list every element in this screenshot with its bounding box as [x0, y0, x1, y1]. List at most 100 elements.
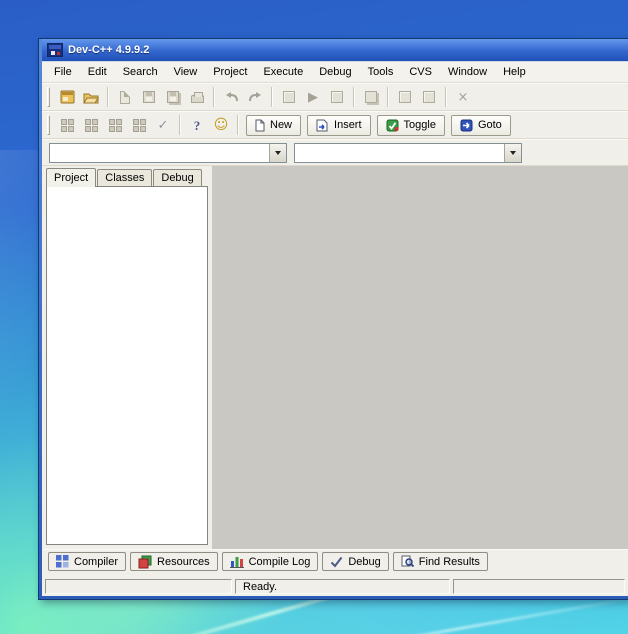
- devcpp-window: Dev-C++ 4.9.9.2 File Edit Search View Pr…: [38, 38, 628, 600]
- menu-debug[interactable]: Debug: [311, 63, 359, 81]
- bottom-tab-compiler[interactable]: Compiler: [48, 552, 126, 571]
- compile-log-icon: [230, 555, 244, 568]
- insert-button[interactable]: Insert: [307, 115, 371, 136]
- chevron-down-icon: [510, 151, 516, 155]
- new-file-icon: [255, 119, 265, 132]
- bottom-tab-label: Compiler: [74, 556, 118, 568]
- toggle-button[interactable]: Toggle: [377, 115, 445, 136]
- menu-view[interactable]: View: [166, 63, 206, 81]
- bottom-tab-find-results[interactable]: Find Results: [393, 552, 488, 571]
- toolbar-separator: [271, 87, 273, 107]
- project-options-icon[interactable]: [103, 114, 127, 136]
- insert-button-label: Insert: [334, 119, 362, 131]
- bottom-tab-label: Compile Log: [249, 556, 311, 568]
- status-ready: Ready.: [235, 579, 450, 594]
- toolbar-separator: [237, 115, 239, 135]
- toolbar-separator: [387, 87, 389, 107]
- close-file-icon[interactable]: [185, 86, 209, 108]
- compiler-combobox[interactable]: [49, 143, 287, 163]
- new-project-icon[interactable]: [55, 86, 79, 108]
- report-tabs: Compiler Resources Compile Log Debug Fin…: [42, 549, 628, 573]
- tab-project[interactable]: Project: [46, 168, 96, 187]
- bottom-tab-debug[interactable]: Debug: [322, 552, 388, 571]
- compiler-toolbar: [42, 139, 628, 166]
- desktop-wallpaper: Dev-C++ 4.9.9.2 File Edit Search View Pr…: [0, 0, 628, 634]
- tab-classes[interactable]: Classes: [97, 169, 152, 186]
- mdi-workspace: [212, 166, 628, 549]
- save-all-icon[interactable]: [161, 86, 185, 108]
- goto-icon: [460, 119, 473, 132]
- bottom-tab-compile-log[interactable]: Compile Log: [222, 552, 319, 571]
- classes-combobox-dropdown-button[interactable]: [504, 144, 521, 162]
- new-button[interactable]: New: [246, 115, 301, 136]
- bottom-tab-label: Resources: [157, 556, 210, 568]
- bottom-tab-label: Debug: [348, 556, 380, 568]
- title-bar[interactable]: Dev-C++ 4.9.9.2: [42, 39, 628, 61]
- menu-edit[interactable]: Edit: [80, 63, 115, 81]
- toolbar-separator: [213, 87, 215, 107]
- status-panel-left: [45, 579, 232, 594]
- redo-icon[interactable]: [243, 86, 267, 108]
- menu-execute[interactable]: Execute: [255, 63, 311, 81]
- project-tree[interactable]: [46, 186, 208, 545]
- tab-debug[interactable]: Debug: [153, 169, 201, 186]
- menu-tools[interactable]: Tools: [360, 63, 402, 81]
- open-project-icon[interactable]: [79, 86, 103, 108]
- toolbar-separator: [179, 115, 181, 135]
- bottom-tab-resources[interactable]: Resources: [130, 552, 218, 571]
- compiler-icon: [56, 555, 69, 568]
- add-to-project-icon[interactable]: [55, 114, 79, 136]
- status-panel-right: [453, 579, 625, 594]
- remove-from-project-icon[interactable]: [79, 114, 103, 136]
- toolbar-separator: [445, 87, 447, 107]
- status-bar: Ready.: [42, 578, 628, 596]
- menu-search[interactable]: Search: [115, 63, 166, 81]
- toggle-button-label: Toggle: [404, 119, 436, 131]
- resources-icon: [138, 555, 152, 569]
- find-results-icon: [401, 555, 414, 568]
- new-source-icon[interactable]: [113, 86, 137, 108]
- bottom-tab-label: Find Results: [419, 556, 480, 568]
- toolbar-gripper[interactable]: [47, 87, 50, 107]
- compiler-combobox-dropdown-button[interactable]: [269, 144, 286, 162]
- browser-tabstrip: Project Classes Debug: [42, 166, 212, 186]
- menu-window[interactable]: Window: [440, 63, 495, 81]
- compile-and-run-icon[interactable]: [325, 86, 349, 108]
- run-icon[interactable]: ▶: [301, 86, 325, 108]
- debug-run-icon[interactable]: [393, 86, 417, 108]
- compile-icon[interactable]: [277, 86, 301, 108]
- syntax-check-icon[interactable]: ✓: [151, 114, 175, 136]
- toolbar-gripper[interactable]: [47, 115, 50, 135]
- menu-bar: File Edit Search View Project Execute De…: [42, 62, 628, 83]
- project-browser-panel: Project Classes Debug: [42, 166, 212, 549]
- app-icon[interactable]: [47, 43, 63, 57]
- classes-combobox[interactable]: [294, 143, 522, 163]
- goto-button[interactable]: Goto: [451, 115, 511, 136]
- save-icon[interactable]: [137, 86, 161, 108]
- menu-help[interactable]: Help: [495, 63, 534, 81]
- chevron-down-icon: [275, 151, 281, 155]
- insert-icon: [316, 119, 329, 132]
- toolbar-separator: [353, 87, 355, 107]
- makefile-icon[interactable]: [127, 114, 151, 136]
- rebuild-all-icon[interactable]: [359, 86, 383, 108]
- goto-button-label: Goto: [478, 119, 502, 131]
- debug-check-icon: [330, 556, 343, 568]
- toolbar-separator: [107, 87, 109, 107]
- undo-icon[interactable]: [219, 86, 243, 108]
- abort-icon[interactable]: ×: [451, 86, 475, 108]
- menu-file[interactable]: File: [46, 63, 80, 81]
- about-icon[interactable]: ☺: [209, 114, 233, 136]
- help-icon[interactable]: ?: [185, 114, 209, 136]
- toggle-icon: [386, 119, 399, 132]
- classes-combobox-value[interactable]: [295, 144, 504, 162]
- compiler-combobox-value[interactable]: [50, 144, 269, 162]
- profile-icon[interactable]: [417, 86, 441, 108]
- second-toolbar: ✓ ? ☺ New Insert Toggle: [42, 111, 628, 139]
- main-area: Project Classes Debug: [42, 166, 628, 549]
- new-button-label: New: [270, 119, 292, 131]
- menu-project[interactable]: Project: [205, 63, 255, 81]
- main-toolbar: ▶ ×: [42, 83, 628, 111]
- window-title: Dev-C++ 4.9.9.2: [68, 44, 149, 56]
- menu-cvs[interactable]: CVS: [401, 63, 440, 81]
